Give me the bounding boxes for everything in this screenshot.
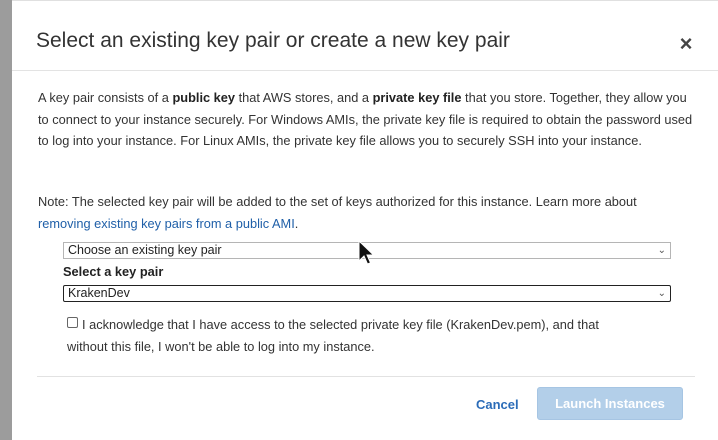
cancel-button[interactable]: Cancel: [476, 397, 519, 412]
footer-divider: [37, 376, 695, 377]
key-pair-note: Note: The selected key pair will be adde…: [38, 194, 637, 231]
chevron-down-icon: ⌄: [657, 245, 666, 256]
key-pair-select[interactable]: KrakenDev ⌄: [63, 285, 671, 302]
dialog-header: Select an existing key pair or create a …: [12, 1, 718, 71]
dialog-title: Select an existing key pair or create a …: [36, 29, 510, 52]
close-icon[interactable]: ×: [674, 32, 698, 56]
acknowledge-checkbox[interactable]: [67, 317, 78, 328]
select-key-pair-label: Select a key pair: [63, 264, 164, 279]
chevron-down-icon: ⌄: [657, 288, 666, 299]
mouse-pointer-icon: [358, 240, 375, 265]
key-pair-description: A key pair consists of a public key that…: [38, 90, 693, 148]
acknowledge-label: I acknowledge that I have access to the …: [67, 317, 599, 354]
key-pair-dialog: Select an existing key pair or create a …: [12, 0, 718, 440]
removing-key-pairs-link[interactable]: removing existing key pairs from a publi…: [38, 216, 295, 231]
launch-instances-button[interactable]: Launch Instances: [537, 387, 683, 420]
page-backdrop: [0, 0, 12, 440]
